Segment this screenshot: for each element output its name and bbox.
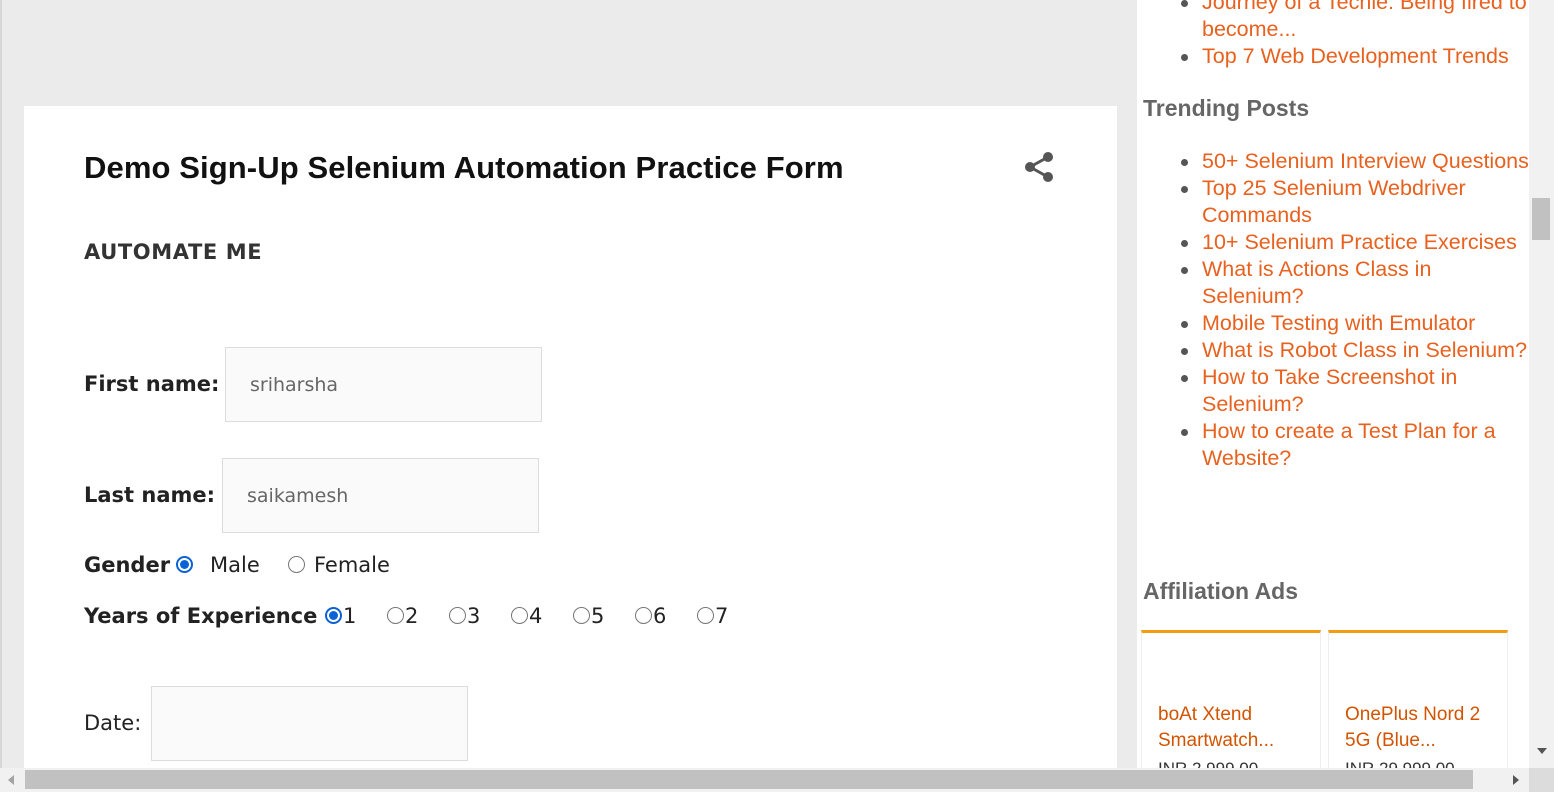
- ad-card[interactable]: OnePlus Nord 2 5G (Blue... INR 29,999.00: [1328, 630, 1508, 768]
- horizontal-scrollbar-thumb[interactable]: [25, 770, 1473, 789]
- experience-option-1: 1: [343, 604, 357, 628]
- recent-posts-list: Journey of a Techie: Being fired to beco…: [1137, 0, 1529, 70]
- list-item[interactable]: Top 25 Selenium Webdriver Commands: [1137, 175, 1529, 229]
- page-title: Demo Sign-Up Selenium Automation Practic…: [84, 150, 844, 185]
- experience-radio-5[interactable]: [573, 607, 590, 624]
- gender-radio-male[interactable]: [176, 556, 193, 573]
- share-icon[interactable]: [1022, 150, 1056, 184]
- last-name-label: Last name:: [84, 483, 216, 507]
- list-item[interactable]: What is Robot Class in Selenium?: [1137, 337, 1529, 364]
- experience-radio-1[interactable]: [325, 607, 342, 624]
- trending-post-link[interactable]: 50+ Selenium Interview Questions: [1202, 149, 1529, 173]
- ad-price: INR 29,999.00: [1345, 759, 1455, 768]
- trending-posts-list: 50+ Selenium Interview Questions Top 25 …: [1137, 148, 1529, 472]
- list-item[interactable]: Mobile Testing with Emulator: [1137, 310, 1529, 337]
- scroll-right-arrow-icon[interactable]: [1513, 775, 1519, 785]
- date-input[interactable]: [151, 686, 468, 761]
- trending-post-link[interactable]: Top 25 Selenium Webdriver Commands: [1202, 176, 1466, 227]
- experience-option-4: 4: [529, 604, 543, 628]
- first-name-label: First name:: [84, 372, 220, 396]
- date-label: Date:: [84, 711, 142, 735]
- trending-post-link[interactable]: How to create a Test Plan for a Website?: [1202, 419, 1496, 470]
- first-name-input[interactable]: [225, 347, 542, 422]
- gender-option-female: Female: [314, 553, 390, 577]
- experience-option-3: 3: [467, 604, 481, 628]
- section-heading: AUTOMATE ME: [84, 240, 263, 264]
- list-item[interactable]: Top 7 Web Development Trends: [1137, 43, 1529, 70]
- recent-post-link[interactable]: Top 7 Web Development Trends: [1202, 44, 1509, 68]
- scroll-down-arrow-icon[interactable]: [1537, 748, 1547, 754]
- list-item[interactable]: What is Actions Class in Selenium?: [1137, 256, 1529, 310]
- experience-radio-3[interactable]: [449, 607, 466, 624]
- recent-post-link[interactable]: Journey of a Techie: Being fired to beco…: [1202, 0, 1527, 41]
- vertical-scrollbar-thumb[interactable]: [1532, 198, 1550, 240]
- scroll-left-arrow-icon[interactable]: [8, 775, 14, 785]
- page-left-edge: [0, 0, 2, 768]
- experience-label: Years of Experience: [84, 604, 318, 628]
- gender-radio-female[interactable]: [288, 556, 305, 573]
- trending-posts-heading: Trending Posts: [1143, 95, 1310, 121]
- vertical-scrollbar[interactable]: [1529, 0, 1554, 768]
- experience-radio-2[interactable]: [387, 607, 404, 624]
- ad-card[interactable]: boAt Xtend Smartwatch... INR 2,999.00: [1141, 630, 1321, 768]
- gender-option-male: Male: [210, 553, 260, 577]
- experience-radio-6[interactable]: [635, 607, 652, 624]
- experience-radio-7[interactable]: [697, 607, 714, 624]
- experience-option-7: 7: [715, 604, 729, 628]
- list-item[interactable]: How to create a Test Plan for a Website?: [1137, 418, 1529, 472]
- list-item[interactable]: How to Take Screenshot in Selenium?: [1137, 364, 1529, 418]
- last-name-input[interactable]: [222, 458, 539, 533]
- trending-post-link[interactable]: What is Actions Class in Selenium?: [1202, 257, 1431, 308]
- trending-post-link[interactable]: Mobile Testing with Emulator: [1202, 311, 1475, 335]
- experience-option-2: 2: [405, 604, 419, 628]
- ad-price: INR 2,999.00: [1158, 759, 1258, 768]
- experience-option-5: 5: [591, 604, 605, 628]
- trending-post-link[interactable]: What is Robot Class in Selenium?: [1202, 338, 1527, 362]
- post-card: Demo Sign-Up Selenium Automation Practic…: [24, 106, 1117, 768]
- horizontal-scrollbar[interactable]: [0, 768, 1529, 792]
- trending-post-link[interactable]: How to Take Screenshot in Selenium?: [1202, 365, 1457, 416]
- sidebar: Journey of a Techie: Being fired to beco…: [1137, 0, 1529, 768]
- affiliation-ads-heading: Affiliation Ads: [1143, 578, 1299, 604]
- scrollbar-corner: [1529, 768, 1554, 792]
- list-item[interactable]: 10+ Selenium Practice Exercises: [1137, 229, 1529, 256]
- gender-label: Gender: [84, 553, 171, 577]
- list-item[interactable]: 50+ Selenium Interview Questions: [1137, 148, 1529, 175]
- ad-title[interactable]: OnePlus Nord 2 5G (Blue...: [1345, 702, 1505, 754]
- ad-title[interactable]: boAt Xtend Smartwatch...: [1158, 702, 1318, 754]
- trending-post-link[interactable]: 10+ Selenium Practice Exercises: [1202, 230, 1517, 254]
- list-item[interactable]: Journey of a Techie: Being fired to beco…: [1137, 0, 1529, 43]
- experience-option-6: 6: [653, 604, 667, 628]
- experience-radio-4[interactable]: [511, 607, 528, 624]
